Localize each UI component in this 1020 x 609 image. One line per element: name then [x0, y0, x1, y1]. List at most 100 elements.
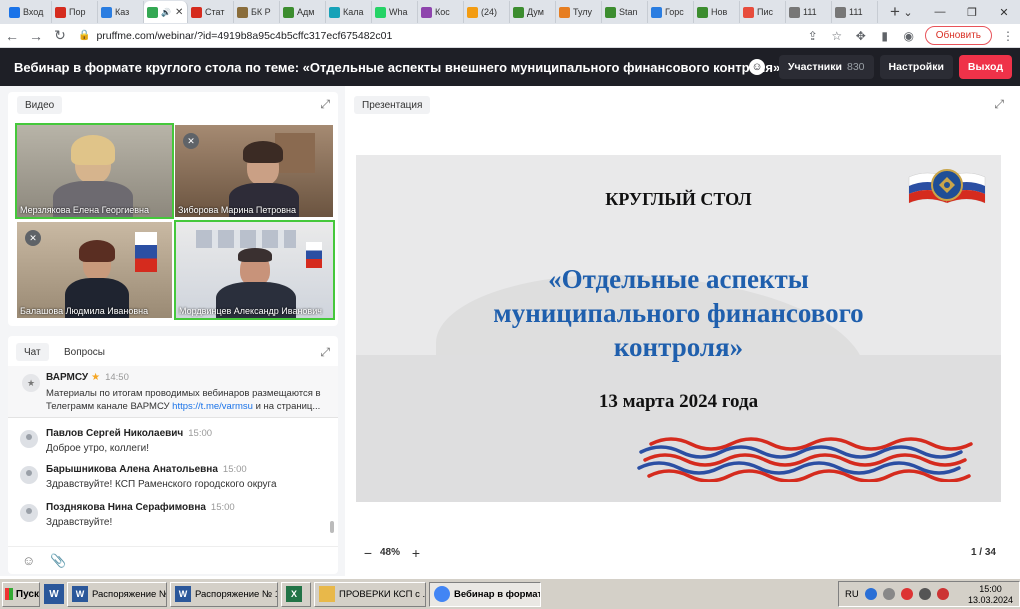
browser-tab[interactable]: Пор [52, 1, 98, 23]
browser-tab[interactable]: Каз [98, 1, 144, 23]
browser-tab[interactable]: Стат [188, 1, 234, 23]
tab-favicon-icon [421, 6, 432, 18]
lock-icon[interactable]: 🔒 [78, 30, 90, 41]
background-decor [196, 230, 296, 248]
browser-tab[interactable]: Дум [510, 1, 556, 23]
browser-tab[interactable]: Нов [694, 1, 740, 23]
network-icon[interactable] [900, 588, 913, 600]
video-tile-2[interactable]: ✕ Зиборова Марина Петровна [175, 125, 333, 217]
task-label: Распоряжение № 1... [195, 588, 277, 600]
pinned-time: 14:50 [105, 372, 129, 383]
browser-tab[interactable]: 111 [832, 1, 878, 23]
maximize-button[interactable]: ❐ [956, 6, 988, 19]
tab-label: Дум [527, 7, 544, 17]
tab-chat[interactable]: Чат [16, 343, 49, 361]
antivirus-icon[interactable] [936, 588, 949, 600]
zoom-out-button[interactable]: − [360, 545, 376, 561]
chat-scrollbar[interactable] [330, 521, 334, 533]
language-indicator[interactable]: RU [845, 589, 859, 600]
browser-tab[interactable]: Пис [740, 1, 786, 23]
tab-favicon-icon [237, 6, 248, 18]
url-field[interactable]: 🔒 pruffme.com/webinar/?id=4919b8a95c4b5c… [78, 26, 798, 46]
video-tile-1[interactable]: Мерзлякова Елена Георгиевна [15, 123, 174, 219]
task-app-icon [319, 586, 335, 602]
audio-playing-icon[interactable]: 🔊 [161, 8, 171, 17]
tab-favicon-icon [375, 6, 386, 18]
message-text: Здравствуйте! КСП Раменского городского … [46, 479, 277, 490]
tab-favicon-icon [559, 6, 570, 18]
video-tile-3[interactable]: ✕ Балашова Людмила Ивановна [17, 222, 172, 318]
close-window-button[interactable]: ✕ [988, 6, 1020, 19]
reactions-smile-icon[interactable]: ☺ [749, 59, 766, 75]
word-quicklaunch-icon[interactable]: W [44, 584, 64, 604]
browser-tab[interactable]: Кала [326, 1, 372, 23]
window-controls: ⌄ — ❐ ✕ [892, 0, 1020, 24]
settings-button[interactable]: Настройки [879, 55, 953, 79]
chat-expand-icon[interactable]: ⤢ [320, 345, 330, 360]
clock[interactable]: 15:00 13.03.2024 [968, 584, 1013, 606]
share-icon[interactable]: ⇪ [805, 29, 821, 43]
menu-dots-icon[interactable]: ⋮ [1000, 29, 1016, 43]
chat-message: Павлов Сергей Николаевич 15:00 Доброе утр… [20, 428, 335, 462]
mic-off-icon: ✕ [183, 133, 199, 149]
taskbar-task[interactable]: ПРОВЕРКИ КСП с ... [314, 581, 426, 607]
pinned-link[interactable]: https://t.me/varmsu [172, 401, 253, 412]
browser-tab[interactable]: Wha [372, 1, 418, 23]
browser-tab[interactable]: (24) [464, 1, 510, 23]
sidebar-icon[interactable]: ▮ [877, 29, 893, 43]
tricolor-waves-decor [637, 437, 973, 482]
tab-label: БК Р [251, 7, 271, 17]
tab-search-icon[interactable]: ⌄ [892, 6, 924, 19]
browser-tab[interactable]: Адм [280, 1, 326, 23]
reload-icon[interactable]: ↻ [48, 27, 72, 44]
forward-icon[interactable]: → [24, 28, 48, 44]
browser-tab[interactable]: БК Р [234, 1, 280, 23]
taskbar-task[interactable]: W Распоряжение № 1... [170, 581, 278, 607]
video-expand-icon[interactable]: ⤢ [320, 97, 330, 112]
chat-input-bar[interactable]: ☺ 📎 [8, 546, 338, 574]
profile-icon[interactable]: ◉ [901, 29, 917, 43]
presentation-expand-icon[interactable]: ⤢ [994, 97, 1004, 112]
exit-button[interactable]: Выход [958, 55, 1012, 79]
tab-label: (24) [481, 7, 498, 17]
tab-label: Stan [619, 7, 638, 17]
extensions-icon[interactable]: ✥ [853, 29, 869, 43]
help-icon[interactable] [864, 588, 877, 600]
settings-tray-icon[interactable] [882, 588, 895, 600]
browser-tab[interactable]: 111 [786, 1, 832, 23]
video-tile-4[interactable]: Мордвинцев Александр Иванович [174, 220, 335, 320]
message-author-line: Павлов Сергей Николаевич 15:00 [46, 428, 212, 439]
pinned-text-tail: и на страниц... [252, 401, 321, 412]
update-button[interactable]: Обновить [924, 26, 992, 45]
chat-message: Барышникова Алена Анатольевна 15:00 Здрав… [20, 464, 335, 498]
browser-tab[interactable]: Горс [648, 1, 694, 23]
emoji-icon[interactable]: ☺ [22, 553, 35, 568]
tab-questions[interactable]: Вопросы [56, 343, 113, 361]
tab-label: Пор [69, 7, 86, 17]
taskbar-task[interactable]: X [281, 581, 311, 607]
browser-tab[interactable]: Вход [6, 1, 52, 23]
browser-tab[interactable]: 🔊 ✕ [144, 1, 188, 23]
attach-icon[interactable]: 📎 [50, 553, 66, 569]
tab-favicon-icon [835, 6, 846, 18]
back-icon[interactable]: ← [0, 28, 24, 44]
browser-tab[interactable]: Тулу [556, 1, 602, 23]
browser-tab[interactable]: Stan [602, 1, 648, 23]
bookmark-star-icon[interactable]: ☆ [829, 29, 845, 43]
pinned-text: Материалы по итогам проводимых вебинаров… [46, 387, 331, 413]
avatar [20, 504, 38, 522]
participants-label: Участники [788, 61, 842, 73]
tab-favicon-icon [55, 6, 66, 18]
zoom-in-button[interactable]: + [408, 545, 424, 561]
taskbar-task[interactable]: W Распоряжение №... [67, 581, 167, 607]
start-button[interactable]: Пуск [2, 581, 40, 607]
tab-close-icon[interactable]: ✕ [175, 7, 183, 18]
taskbar-task[interactable]: Вебинар в формат... [429, 581, 541, 607]
participant-hair [71, 135, 115, 165]
minimize-button[interactable]: — [924, 6, 956, 18]
participants-button[interactable]: Участники 830 [779, 55, 874, 79]
message-author-line: Барышникова Алена Анатольевна 15:00 [46, 464, 247, 475]
volume-icon[interactable] [918, 588, 931, 600]
browser-tab[interactable]: Кос [418, 1, 464, 23]
tab-favicon-icon [697, 6, 708, 18]
